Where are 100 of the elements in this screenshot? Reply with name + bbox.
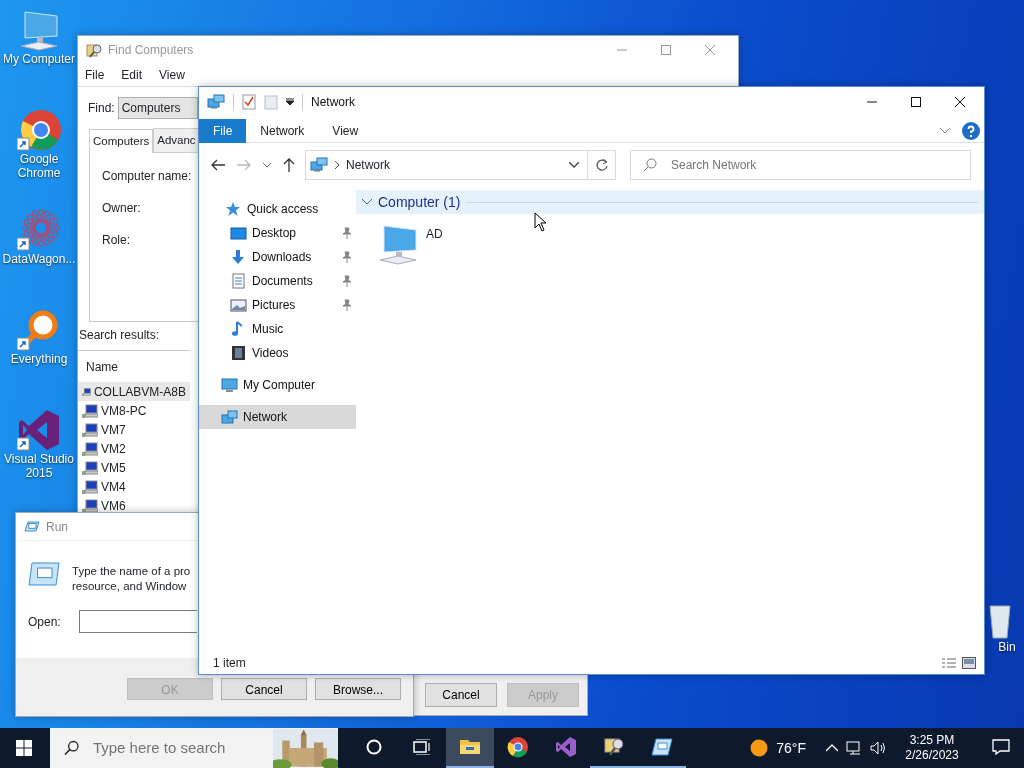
chevron-right-icon: [334, 161, 340, 169]
list-row[interactable]: VM8-PC: [78, 401, 190, 421]
refresh-icon[interactable]: [595, 159, 608, 171]
window-title: Network: [311, 94, 355, 111]
desktop-icon: [230, 225, 247, 241]
list-row[interactable]: VM5: [78, 458, 190, 478]
dialog-button[interactable]: Cancel: [221, 678, 307, 700]
magnifier-icon: [86, 42, 102, 58]
dialog-button[interactable]: Browse...: [315, 678, 401, 700]
back-icon[interactable]: [211, 159, 225, 171]
computer-icon: [82, 460, 98, 475]
open-label: Open:: [28, 613, 61, 631]
computer-icon: [82, 479, 98, 494]
window-title: Run: [46, 518, 68, 536]
search-field[interactable]: Search Network: [669, 155, 919, 175]
chrome-icon: [507, 736, 529, 758]
address-bar[interactable]: Network: [305, 150, 616, 180]
menu-item[interactable]: Edit: [121, 66, 143, 84]
large-icons-view-icon[interactable]: [962, 657, 976, 669]
find-label: Find:: [88, 100, 115, 117]
search-field[interactable]: Type here to search: [90, 735, 261, 761]
volume-icon[interactable]: [870, 741, 886, 755]
computer-icon: [82, 422, 98, 437]
search-box[interactable]: Search Network: [630, 150, 971, 180]
computer-icon: [221, 377, 238, 393]
download-icon: [230, 249, 247, 265]
document-icon: [230, 273, 247, 289]
pin-icon[interactable]: [342, 251, 352, 263]
nav-item[interactable]: Network: [199, 405, 356, 429]
icon-label[interactable]: Bin: [984, 640, 1016, 654]
notification-icon[interactable]: [992, 739, 1010, 755]
list-row[interactable]: VM6: [78, 496, 190, 516]
tab[interactable]: Computers: [89, 129, 154, 154]
chevron-icon[interactable]: [940, 127, 950, 134]
network-icon: [310, 157, 328, 173]
dialog-button[interactable]: Cancel: [425, 683, 497, 707]
taskbar-button[interactable]: [446, 728, 494, 768]
nav-item[interactable]: Quick access: [199, 197, 356, 221]
list-row[interactable]: VM2: [78, 439, 190, 459]
nav-item[interactable]: Music: [199, 317, 356, 341]
search-icon: [643, 158, 657, 172]
message-text: resource, and Window: [72, 579, 188, 594]
ribbon-tab[interactable]: Network: [246, 118, 319, 143]
film-icon: [230, 345, 247, 361]
status-text: 1 item: [213, 655, 246, 672]
nav-item[interactable]: Downloads: [199, 245, 356, 269]
ribbon-tab[interactable]: File: [199, 118, 247, 143]
computer-item[interactable]: AD: [376, 222, 443, 266]
menu-item[interactable]: View: [159, 66, 185, 84]
star-icon: [225, 201, 242, 217]
close-icon[interactable]: [955, 97, 965, 107]
nav-item[interactable]: My Computer: [199, 373, 356, 397]
network-icon: [207, 94, 225, 110]
find-dropdown[interactable]: Computers: [117, 97, 198, 119]
checklist-icon[interactable]: [242, 94, 256, 110]
network-icon: [221, 409, 238, 425]
task-view-icon[interactable]: [413, 739, 431, 755]
open-field[interactable]: [78, 610, 197, 633]
maximize-icon[interactable]: [911, 97, 921, 107]
sun-icon[interactable]: [750, 739, 769, 757]
group-header[interactable]: Computer (1): [356, 190, 984, 214]
cortana-circle-icon[interactable]: [366, 739, 382, 755]
field-label: Role:: [102, 232, 130, 250]
computer-icon: [82, 441, 98, 456]
clock[interactable]: 3:25 PM 2/26/2023: [894, 733, 970, 763]
nav-item[interactable]: Desktop: [199, 221, 356, 245]
chevron-down-icon: [362, 199, 372, 205]
nav-item[interactable]: Videos: [199, 341, 356, 365]
ribbon-tab[interactable]: View: [318, 118, 373, 143]
nav-item[interactable]: Pictures: [199, 293, 356, 317]
visual-studio-icon: [555, 736, 577, 758]
run-icon: [651, 736, 673, 758]
column-header: Name: [85, 359, 119, 377]
field-label: Computer name:: [102, 168, 192, 186]
pin-icon[interactable]: [342, 275, 352, 287]
help-icon[interactable]: [962, 121, 980, 140]
weather-text[interactable]: 76°F: [776, 737, 806, 759]
list-row[interactable]: VM4: [78, 477, 190, 497]
nav-item[interactable]: Documents: [199, 269, 356, 293]
image-icon: [230, 297, 247, 313]
windows-logo-icon[interactable]: [16, 740, 32, 756]
results-label: Search results:: [78, 327, 160, 345]
pin-icon[interactable]: [342, 227, 352, 239]
cursor-icon: [534, 212, 547, 232]
run-icon: [24, 520, 40, 533]
search-box[interactable]: Type here to search: [50, 728, 338, 768]
tab[interactable]: Advanc: [153, 128, 200, 153]
icon-label[interactable]: Visual Studio 2015: [1, 452, 77, 480]
up-icon[interactable]: [283, 158, 295, 172]
list-row[interactable]: VM7: [78, 420, 190, 440]
chevron-up-icon[interactable]: [826, 744, 838, 752]
field-label: Owner:: [102, 200, 141, 218]
window-title: Find Computers: [108, 42, 194, 59]
menu-item[interactable]: File: [85, 66, 105, 84]
dropdown-icon[interactable]: [286, 98, 294, 106]
magnifier-icon: [603, 736, 625, 758]
list-row[interactable]: COLLABVM-A8B: [78, 382, 190, 402]
pin-icon[interactable]: [342, 299, 352, 311]
dropdown-icon[interactable]: [569, 162, 579, 168]
network-icon[interactable]: [846, 741, 862, 755]
